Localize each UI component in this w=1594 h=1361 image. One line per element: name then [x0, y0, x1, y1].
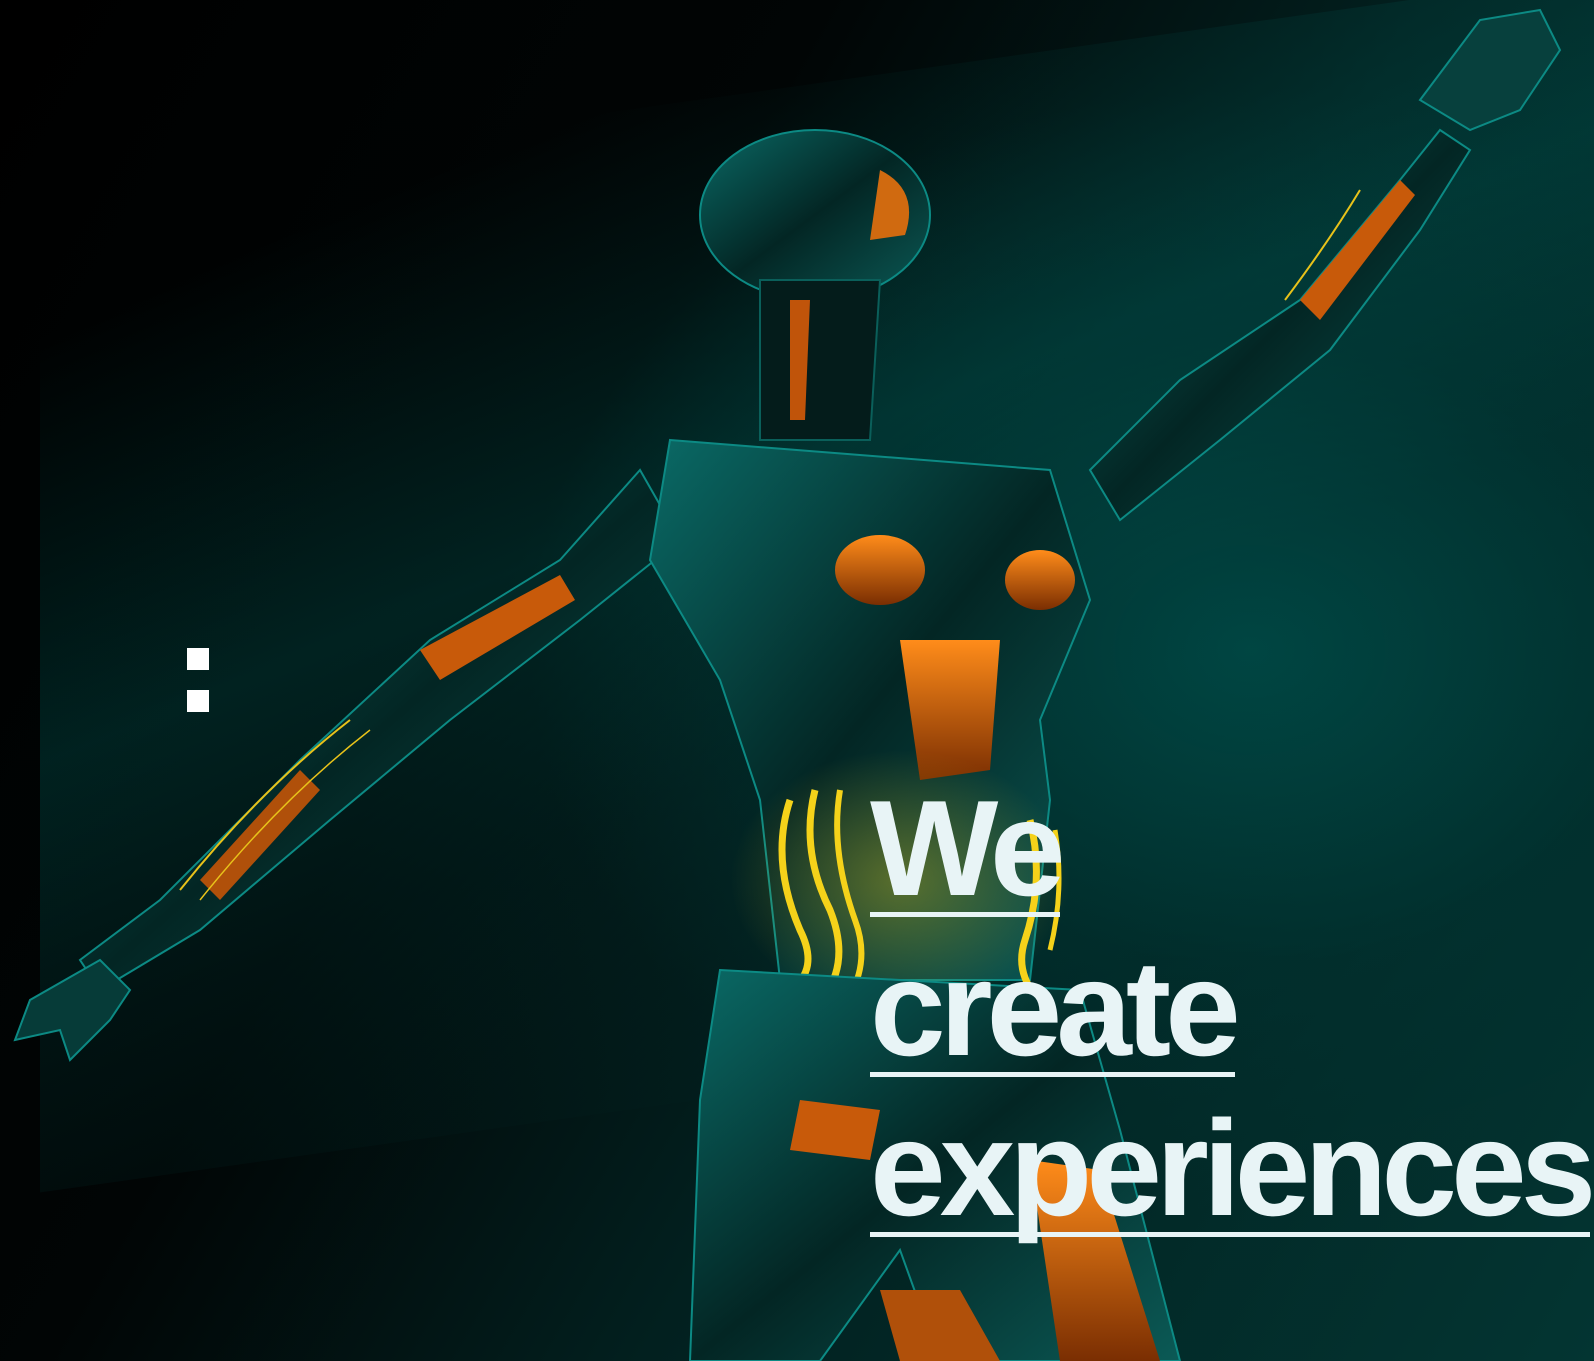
headline-line-2: create — [870, 932, 1241, 1084]
menu-dot — [187, 648, 209, 670]
menu-dot — [187, 690, 209, 712]
hero-section: We create experiences — [0, 0, 1594, 1361]
menu-icon[interactable] — [187, 648, 209, 712]
headline-line-3: experiences — [870, 1092, 1594, 1244]
hero-headline[interactable]: We create experiences — [870, 768, 1594, 1248]
headline-line-1: We — [870, 772, 1066, 924]
